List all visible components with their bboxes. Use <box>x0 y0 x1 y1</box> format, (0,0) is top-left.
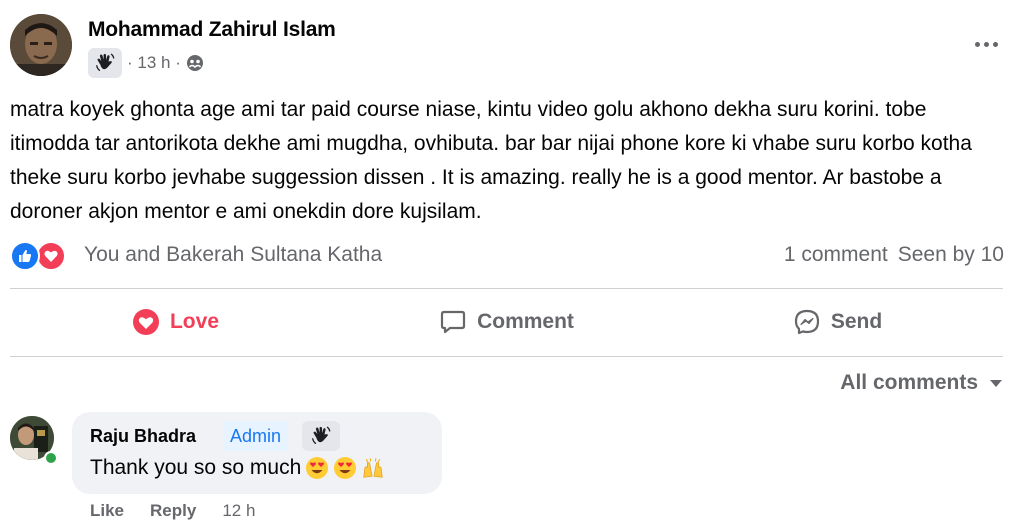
love-button[interactable]: Love <box>10 293 341 351</box>
comments-count[interactable]: 1 comment <box>784 243 888 267</box>
caret-down-icon <box>990 379 1002 387</box>
author-avatar[interactable] <box>10 14 72 76</box>
divider <box>10 288 1003 289</box>
comment-text-content: Thank you so so much <box>90 456 302 479</box>
comment-reply-button[interactable]: Reply <box>150 501 196 521</box>
dot-icon <box>974 41 980 47</box>
wave-hand-icon[interactable] <box>302 421 340 451</box>
divider <box>10 356 1003 357</box>
commenter-name[interactable]: Raju Bhadra <box>90 426 196 447</box>
post-actions: Love Comment Send <box>10 293 1003 351</box>
heart-eyes-emoji-icon <box>333 456 357 480</box>
admin-badge[interactable]: Admin <box>223 421 289 451</box>
wave-hand-icon[interactable] <box>88 48 122 78</box>
dot-icon <box>983 41 989 47</box>
comment-bubble: Raju Bhadra Admin Thank you so so much <box>72 412 442 494</box>
messenger-icon <box>793 308 821 336</box>
group-icon <box>186 54 204 72</box>
post-header: Mohammad Zahirul Islam · 13 h · <box>10 14 1014 84</box>
comment-item: Raju Bhadra Admin Thank you so so much L… <box>10 412 1014 531</box>
comment-text: Thank you so so much <box>90 456 385 480</box>
reaction-stats: 1 comment Seen by 10 <box>784 243 1004 267</box>
post-time[interactable]: · 13 h · <box>127 53 181 73</box>
comment-actions: Like Reply 12 h <box>90 501 255 521</box>
send-button[interactable]: Send <box>672 293 1003 351</box>
reactions-summary: You and Bakerah Sultana Katha 1 comment … <box>10 238 1004 274</box>
online-status-indicator <box>44 451 58 465</box>
heart-eyes-emoji-icon <box>305 456 329 480</box>
reaction-names[interactable]: You and Bakerah Sultana Katha <box>84 243 382 267</box>
reaction-icons[interactable] <box>10 241 74 271</box>
comment-like-button[interactable]: Like <box>90 501 124 521</box>
seen-by[interactable]: Seen by 10 <box>898 243 1004 267</box>
comment-time[interactable]: 12 h <box>222 501 255 521</box>
comment-label: Comment <box>477 310 574 333</box>
love-reaction-icon <box>36 241 66 271</box>
all-comments-label: All comments <box>840 371 978 394</box>
heart-icon <box>132 308 160 336</box>
like-reaction-icon <box>10 241 40 271</box>
comment-icon <box>439 308 467 336</box>
love-label: Love <box>169 310 219 333</box>
comment-button[interactable]: Comment <box>341 293 672 351</box>
send-label: Send <box>830 310 883 333</box>
all-comments-filter[interactable]: All comments <box>840 371 1002 395</box>
more-options-button[interactable] <box>966 30 1006 58</box>
post-body-text: matra koyek ghonta age ami tar paid cour… <box>10 98 972 223</box>
post-meta: · 13 h · <box>88 48 204 78</box>
dot-icon <box>992 41 998 47</box>
author-name[interactable]: Mohammad Zahirul Islam <box>88 18 336 42</box>
raising-hands-emoji-icon <box>361 456 385 480</box>
